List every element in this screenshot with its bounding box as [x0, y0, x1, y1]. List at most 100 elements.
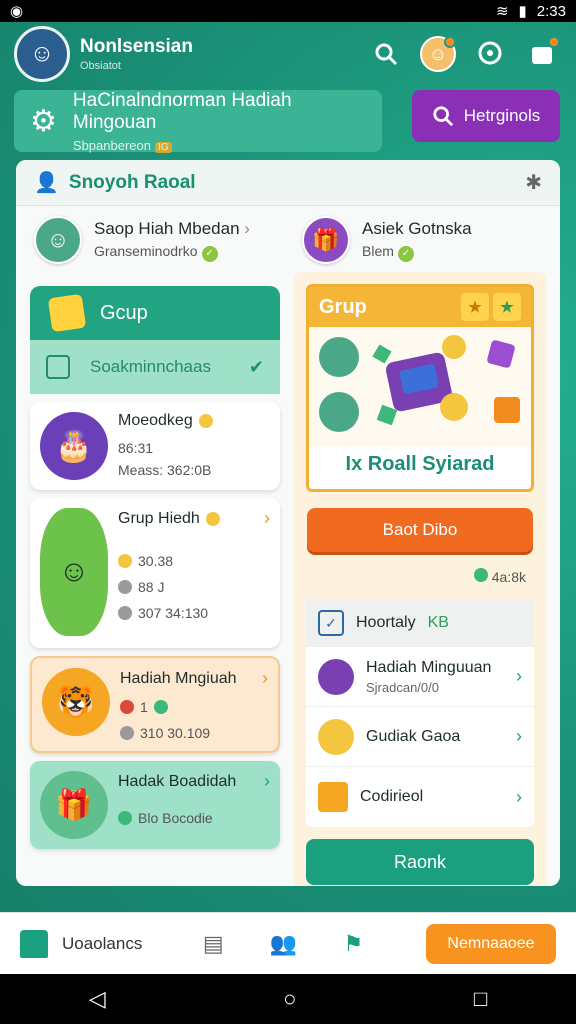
target-icon — [318, 658, 354, 695]
profile-name: Asiek Gotnska — [362, 218, 472, 238]
item-title: Grup Hiedh — [118, 509, 200, 527]
gift-icon: 🎂 — [40, 412, 108, 480]
group-icon — [47, 293, 87, 333]
list-item[interactable]: Gudiak Gaoa › — [306, 707, 534, 767]
coin-icon — [198, 414, 213, 428]
nav-home[interactable]: Uoaolancs — [20, 929, 143, 958]
item-title: Moeodkeg — [118, 412, 193, 429]
people-icon[interactable]: 👥 — [268, 929, 298, 959]
claim-button[interactable]: Baot Dibo — [307, 508, 533, 552]
app-avatar[interactable]: ☺ — [14, 26, 70, 82]
verified-icon: ✓ — [201, 245, 218, 262]
wifi-icon: ≋ — [495, 3, 509, 20]
recents-icon[interactable]: □ — [474, 986, 487, 1012]
back-icon[interactable]: ◁ — [89, 986, 106, 1012]
weekly-reward-banner[interactable]: ⚙ HaCinalndnorman Hadiah Mingouan Sbpanb… — [14, 89, 382, 153]
profile-right[interactable]: 🎁 Asiek Gotnska Blem ✓ — [302, 216, 472, 264]
nav-pill-button[interactable]: Nemnaaoee — [426, 923, 556, 964]
card-title: Snoyoh Raoal — [68, 171, 196, 193]
coin-icon — [118, 811, 132, 825]
flag-icon[interactable]: ⚑ — [338, 929, 368, 959]
gift-box-icon: 🎁 — [40, 771, 108, 839]
list-item-title: Gudiak Gaoa — [366, 727, 461, 745]
list-header-label: Hoortaly — [356, 614, 416, 631]
chevron-right-icon: › — [516, 786, 522, 807]
item-meta: 86:31 — [118, 440, 154, 456]
item-meta: 88 J — [138, 579, 165, 595]
gear-icon: ⚙ — [30, 104, 57, 138]
coin-icon — [153, 700, 168, 714]
clock: 2:33 — [536, 2, 566, 20]
chevron-right-icon: › — [264, 508, 270, 528]
person-icon: ☺ — [40, 508, 108, 636]
list-item[interactable]: Codirieol › — [306, 767, 534, 827]
list-item[interactable]: Hadiah Minguuan Sjradcan/0/0 › — [306, 647, 534, 707]
list-header[interactable]: ✓ Hoortaly KB — [306, 599, 534, 647]
banner-title: HaCinalndnorman Hadiah Mingouan — [72, 89, 292, 133]
chat-icon[interactable] — [470, 34, 510, 74]
list-item[interactable]: 🎁 Hadak Boadidah › Blo Bocodie — [30, 761, 280, 849]
item-meta: 307 34:130 — [138, 605, 209, 621]
profile-left[interactable]: ☺ Saop Hiah Mbedan › Granseminodrko ✓ — [34, 216, 250, 264]
group-sub-label: Soakminnchaas — [90, 357, 211, 376]
coin-icon — [118, 606, 132, 620]
list-item[interactable]: 🎂 Moeodkeg 86:31 Meass: 362:0B — [30, 402, 280, 490]
search-icon — [433, 106, 453, 127]
group-header[interactable]: Gcup — [30, 286, 280, 340]
coin-icon — [118, 554, 132, 568]
home-circle-icon[interactable]: ○ — [283, 986, 296, 1012]
item-title: Hadiah Mngiuah — [120, 669, 237, 687]
item-meta: Blo Bocodie — [138, 810, 213, 826]
nav-home-label: Uoaolancs — [62, 933, 143, 953]
banner-tag: IG — [154, 141, 172, 153]
profile-sub: Blem ✓ — [362, 243, 472, 262]
app-title: Nonlsensian — [80, 36, 193, 57]
search-icon[interactable] — [366, 34, 406, 74]
status-bar: ◉ ≋ ▮ 2:33 — [0, 0, 576, 22]
group-subrow[interactable]: Soakminnchaas ✔ — [30, 340, 280, 394]
group-title: Gcup — [100, 301, 148, 324]
list-item[interactable]: ☺ Grup Hiedh › 30.38 88 J 307 34:130 — [30, 498, 280, 648]
profile-icon[interactable]: ☺ — [418, 34, 458, 74]
profile-sub: Granseminodrko ✓ — [94, 243, 250, 262]
coin-icon — [205, 511, 220, 526]
chevron-right-icon: › — [262, 668, 268, 688]
notification-dot — [444, 36, 456, 48]
bottom-nav: Uoaolancs ▤ 👥 ⚑ Nemnaaoee — [0, 912, 576, 974]
check-icon: ✔ — [248, 356, 264, 377]
document-icon[interactable]: ▤ — [198, 929, 228, 959]
chevron-right-icon: › — [516, 726, 522, 746]
wallet-icon[interactable] — [522, 34, 562, 74]
app-header: ☺ Nonlsensian Obsiatot ☺ — [0, 22, 576, 86]
chevron-right-icon: › — [244, 218, 250, 238]
reward-illustration — [309, 327, 531, 447]
reward-box[interactable]: Grup ★ ★ Ix Roall Syiarad — [306, 284, 534, 492]
reward-list: ✓ Hoortaly KB Hadiah Minguuan Sjradcan/0… — [306, 599, 534, 827]
banner-subtitle: Sbpanbereon IG — [73, 138, 366, 153]
coin-icon — [120, 700, 134, 714]
right-group: Grup ★ ★ Ix Roall Syiarad Baot Dibo 4a:8… — [294, 272, 546, 886]
list-item-title: Hadiah Minguuan — [366, 658, 492, 676]
profile-name: Saop Hiah Mbedan › — [94, 218, 250, 238]
coin-icon — [318, 718, 354, 755]
item-meta: 1 — [140, 699, 148, 715]
search-button[interactable]: Hetrginols — [412, 90, 560, 142]
left-group: Gcup Soakminnchaas ✔ 🎂 Moeodkeg 86:31 Me… — [30, 286, 280, 849]
main-card: 👤 Snoyoh Raoal ✱ ☺ Saop Hiah Mbedan › Gr… — [16, 160, 560, 886]
system-nav-bar: ◁ ○ □ — [0, 974, 576, 1024]
list-item-sub: Sjradcan/0/0 — [366, 679, 439, 695]
list-item[interactable]: 🐯 Hadiah Mngiuah › 1 310 30.109 — [30, 656, 280, 753]
card-header: 👤 Snoyoh Raoal ✱ — [16, 160, 560, 206]
reward-caption: Ix Roall Syiarad — [345, 453, 495, 475]
checkbox-icon: ✓ — [318, 610, 344, 636]
pin-icon[interactable]: ✱ — [525, 170, 542, 195]
coin-icon — [118, 580, 132, 594]
battery-icon: ▮ — [518, 3, 527, 20]
verified-icon: ✓ — [397, 245, 414, 262]
avatar: ☺ — [34, 216, 82, 264]
item-meta: Meass: 362:0B — [118, 462, 212, 478]
star-icon: ★ — [493, 293, 521, 321]
item-meta: 30.38 — [138, 553, 174, 569]
notification-dot — [548, 36, 560, 48]
rank-button[interactable]: Raonk — [306, 839, 534, 885]
